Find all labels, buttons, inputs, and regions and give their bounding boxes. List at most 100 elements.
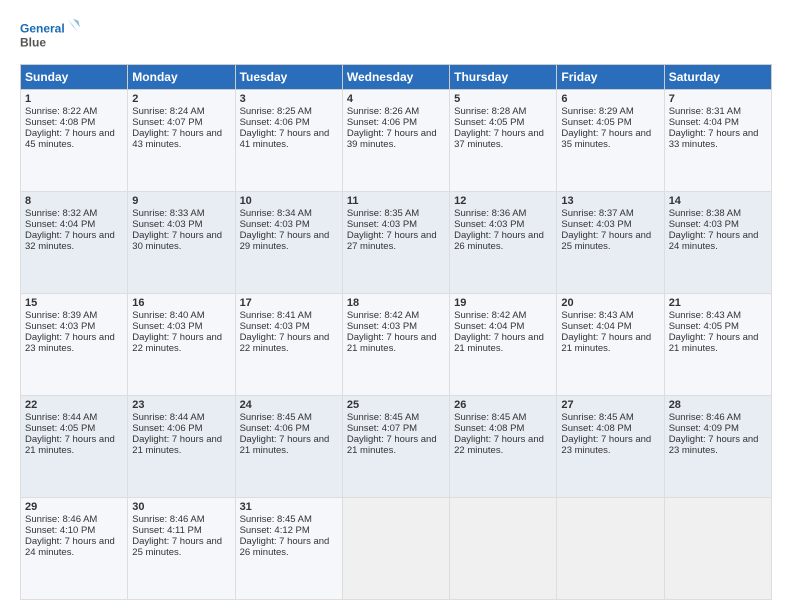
day-number: 29 xyxy=(25,501,123,513)
day-cell: 9Sunrise: 8:33 AMSunset: 4:03 PMDaylight… xyxy=(128,192,235,294)
sunrise-label: Sunrise: 8:42 AM xyxy=(454,310,526,321)
day-cell xyxy=(557,498,664,600)
day-number: 17 xyxy=(240,297,338,309)
day-number: 5 xyxy=(454,93,552,105)
daylight-label: Daylight: 7 hours and 22 minutes. xyxy=(454,434,544,456)
sunrise-label: Sunrise: 8:43 AM xyxy=(669,310,741,321)
sunset-label: Sunset: 4:03 PM xyxy=(347,219,417,230)
sunset-label: Sunset: 4:03 PM xyxy=(669,219,739,230)
daylight-label: Daylight: 7 hours and 27 minutes. xyxy=(347,230,437,252)
logo-svg: General Blue xyxy=(20,16,80,56)
sunrise-label: Sunrise: 8:28 AM xyxy=(454,106,526,117)
sunset-label: Sunset: 4:04 PM xyxy=(669,117,739,128)
sunset-label: Sunset: 4:08 PM xyxy=(561,423,631,434)
day-cell xyxy=(664,498,771,600)
sunrise-label: Sunrise: 8:31 AM xyxy=(669,106,741,117)
day-cell: 7Sunrise: 8:31 AMSunset: 4:04 PMDaylight… xyxy=(664,90,771,192)
sunrise-label: Sunrise: 8:36 AM xyxy=(454,208,526,219)
sunrise-label: Sunrise: 8:22 AM xyxy=(25,106,97,117)
daylight-label: Daylight: 7 hours and 21 minutes. xyxy=(347,434,437,456)
header: General Blue xyxy=(20,16,772,56)
day-cell: 10Sunrise: 8:34 AMSunset: 4:03 PMDayligh… xyxy=(235,192,342,294)
day-cell: 5Sunrise: 8:28 AMSunset: 4:05 PMDaylight… xyxy=(450,90,557,192)
day-number: 28 xyxy=(669,399,767,411)
sunrise-label: Sunrise: 8:39 AM xyxy=(25,310,97,321)
sunrise-label: Sunrise: 8:33 AM xyxy=(132,208,204,219)
daylight-label: Daylight: 7 hours and 23 minutes. xyxy=(669,434,759,456)
sunset-label: Sunset: 4:06 PM xyxy=(240,117,310,128)
day-cell: 19Sunrise: 8:42 AMSunset: 4:04 PMDayligh… xyxy=(450,294,557,396)
day-number: 26 xyxy=(454,399,552,411)
day-cell xyxy=(342,498,449,600)
sunrise-label: Sunrise: 8:42 AM xyxy=(347,310,419,321)
weekday-header-row: SundayMondayTuesdayWednesdayThursdayFrid… xyxy=(21,65,772,90)
sunrise-label: Sunrise: 8:44 AM xyxy=(25,412,97,423)
daylight-label: Daylight: 7 hours and 37 minutes. xyxy=(454,128,544,150)
day-number: 30 xyxy=(132,501,230,513)
day-number: 21 xyxy=(669,297,767,309)
sunrise-label: Sunrise: 8:37 AM xyxy=(561,208,633,219)
sunset-label: Sunset: 4:05 PM xyxy=(561,117,631,128)
weekday-header-tuesday: Tuesday xyxy=(235,65,342,90)
week-row-4: 22Sunrise: 8:44 AMSunset: 4:05 PM Dayligh… xyxy=(21,396,772,498)
day-cell: 12Sunrise: 8:36 AMSunset: 4:03 PMDayligh… xyxy=(450,192,557,294)
day-cell: 31Sunrise: 8:45 AMSunset: 4:12 PMDayligh… xyxy=(235,498,342,600)
day-number: 4 xyxy=(347,93,445,105)
daylight-label: Daylight: 7 hours and 25 minutes. xyxy=(132,536,222,558)
sunset-label: Sunset: 4:03 PM xyxy=(347,321,417,332)
sunset-label: Sunset: 4:03 PM xyxy=(561,219,631,230)
day-number: 10 xyxy=(240,195,338,207)
day-number: 20 xyxy=(561,297,659,309)
daylight-label: Daylight: 7 hours and 26 minutes. xyxy=(240,536,330,558)
day-cell: 17Sunrise: 8:41 AMSunset: 4:03 PMDayligh… xyxy=(235,294,342,396)
sunset-label: Sunset: 4:08 PM xyxy=(454,423,524,434)
svg-text:General: General xyxy=(20,22,65,36)
sunrise-label: Sunrise: 8:24 AM xyxy=(132,106,204,117)
daylight-label: Daylight: 7 hours and 45 minutes. xyxy=(25,128,115,150)
sunset-label: Sunset: 4:03 PM xyxy=(25,321,95,332)
weekday-header-saturday: Saturday xyxy=(664,65,771,90)
daylight-label: Daylight: 7 hours and 29 minutes. xyxy=(240,230,330,252)
sunset-label: Sunset: 4:03 PM xyxy=(132,321,202,332)
sunrise-label: Sunrise: 8:38 AM xyxy=(669,208,741,219)
daylight-label: Daylight: 7 hours and 35 minutes. xyxy=(561,128,651,150)
daylight-label: Daylight: 7 hours and 21 minutes. xyxy=(669,332,759,354)
sunset-label: Sunset: 4:05 PM xyxy=(669,321,739,332)
sunrise-label: Sunrise: 8:45 AM xyxy=(454,412,526,423)
sunrise-label: Sunrise: 8:46 AM xyxy=(25,514,97,525)
week-row-5: 29Sunrise: 8:46 AMSunset: 4:10 PMDayligh… xyxy=(21,498,772,600)
daylight-label: Daylight: 7 hours and 22 minutes. xyxy=(132,332,222,354)
day-number: 23 xyxy=(132,399,230,411)
sunset-label: Sunset: 4:11 PM xyxy=(132,525,202,536)
day-number: 3 xyxy=(240,93,338,105)
day-cell: 23Sunrise: 8:44 AMSunset: 4:06 PMDayligh… xyxy=(128,396,235,498)
day-cell: 28Sunrise: 8:46 AMSunset: 4:09 PMDayligh… xyxy=(664,396,771,498)
day-number: 25 xyxy=(347,399,445,411)
day-number: 22 xyxy=(25,399,123,411)
week-row-1: 1Sunrise: 8:22 AMSunset: 4:08 PMDaylight… xyxy=(21,90,772,192)
day-cell: 13Sunrise: 8:37 AMSunset: 4:03 PMDayligh… xyxy=(557,192,664,294)
day-number: 27 xyxy=(561,399,659,411)
day-cell: 24Sunrise: 8:45 AMSunset: 4:06 PMDayligh… xyxy=(235,396,342,498)
day-number: 8 xyxy=(25,195,123,207)
daylight-label: Daylight: 7 hours and 23 minutes. xyxy=(561,434,651,456)
sunset-label: Sunset: 4:04 PM xyxy=(561,321,631,332)
sunset-label: Sunset: 4:06 PM xyxy=(240,423,310,434)
daylight-label: Daylight: 7 hours and 25 minutes. xyxy=(561,230,651,252)
sunset-label: Sunset: 4:05 PM xyxy=(25,423,95,434)
weekday-header-wednesday: Wednesday xyxy=(342,65,449,90)
sunrise-label: Sunrise: 8:26 AM xyxy=(347,106,419,117)
day-number: 19 xyxy=(454,297,552,309)
day-number: 9 xyxy=(132,195,230,207)
day-cell: 27Sunrise: 8:45 AMSunset: 4:08 PMDayligh… xyxy=(557,396,664,498)
weekday-header-sunday: Sunday xyxy=(21,65,128,90)
daylight-label: Daylight: 7 hours and 23 minutes. xyxy=(25,332,115,354)
sunset-label: Sunset: 4:07 PM xyxy=(347,423,417,434)
daylight-label: Daylight: 7 hours and 21 minutes. xyxy=(132,434,222,456)
day-number: 7 xyxy=(669,93,767,105)
page: General Blue SundayMondayTuesdayWednesda… xyxy=(0,0,792,612)
weekday-header-monday: Monday xyxy=(128,65,235,90)
sunrise-label: Sunrise: 8:45 AM xyxy=(347,412,419,423)
day-cell: 15Sunrise: 8:39 AMSunset: 4:03 PMDayligh… xyxy=(21,294,128,396)
daylight-label: Daylight: 7 hours and 24 minutes. xyxy=(25,536,115,558)
